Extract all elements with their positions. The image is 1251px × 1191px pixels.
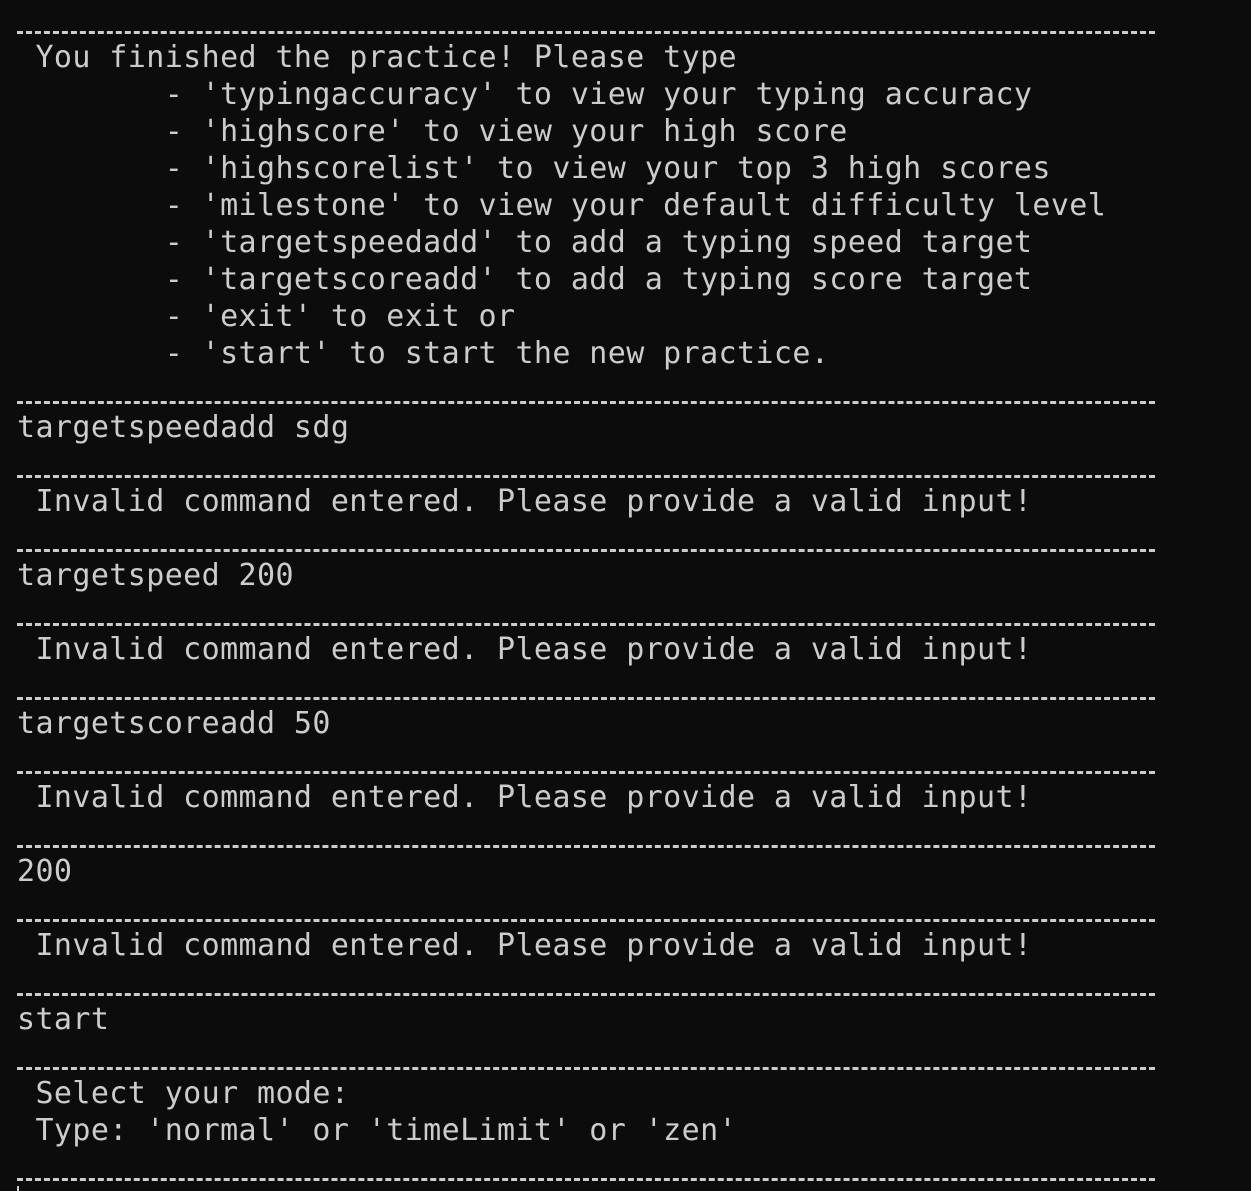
- user-input-line: start: [17, 1002, 110, 1037]
- user-input-line: targetspeed 200: [17, 558, 294, 593]
- terminal-window[interactable]: You finished the practice! Please type -…: [0, 0, 1251, 1191]
- separator-line: [17, 993, 1155, 996]
- separator-line: [17, 1067, 1155, 1070]
- separator-line: [17, 549, 1155, 552]
- user-input-line: 200: [17, 854, 73, 889]
- menu-option-highscore: - 'highscore' to view your high score: [17, 114, 848, 149]
- separator-line: [17, 401, 1155, 404]
- error-message: Invalid command entered. Please provide …: [17, 484, 1033, 519]
- separator-line: [17, 475, 1155, 478]
- menu-option-targetscoreadd: - 'targetscoreadd' to add a typing score…: [17, 262, 1033, 297]
- separator-line: [17, 845, 1155, 848]
- user-input-line: targetscoreadd 50: [17, 706, 331, 741]
- menu-option-milestone: - 'milestone' to view your default diffi…: [17, 188, 1107, 223]
- error-message: Invalid command entered. Please provide …: [17, 928, 1033, 963]
- menu-option-exit: - 'exit' to exit or: [17, 299, 516, 334]
- menu-option-highscorelist: - 'highscorelist' to view your top 3 hig…: [17, 151, 1051, 186]
- user-input-line: targetspeedadd sdg: [17, 410, 350, 445]
- text-cursor[interactable]: [17, 1186, 19, 1191]
- menu-option-targetspeedadd: - 'targetspeedadd' to add a typing speed…: [17, 225, 1033, 260]
- separator-line: [17, 771, 1155, 774]
- mode-prompt-options: Type: 'normal' or 'timeLimit' or 'zen': [17, 1113, 737, 1148]
- separator-line: [17, 623, 1155, 626]
- menu-option-typingaccuracy: - 'typingaccuracy' to view your typing a…: [17, 77, 1033, 112]
- menu-option-start: - 'start' to start the new practice.: [17, 336, 830, 371]
- separator-line: [17, 31, 1155, 34]
- menu-header: You finished the practice! Please type: [17, 40, 737, 75]
- mode-prompt-title: Select your mode:: [17, 1076, 350, 1111]
- error-message: Invalid command entered. Please provide …: [17, 632, 1033, 667]
- separator-line: [17, 697, 1155, 700]
- separator-line: [17, 1178, 1155, 1181]
- separator-line: [17, 919, 1155, 922]
- error-message: Invalid command entered. Please provide …: [17, 780, 1033, 815]
